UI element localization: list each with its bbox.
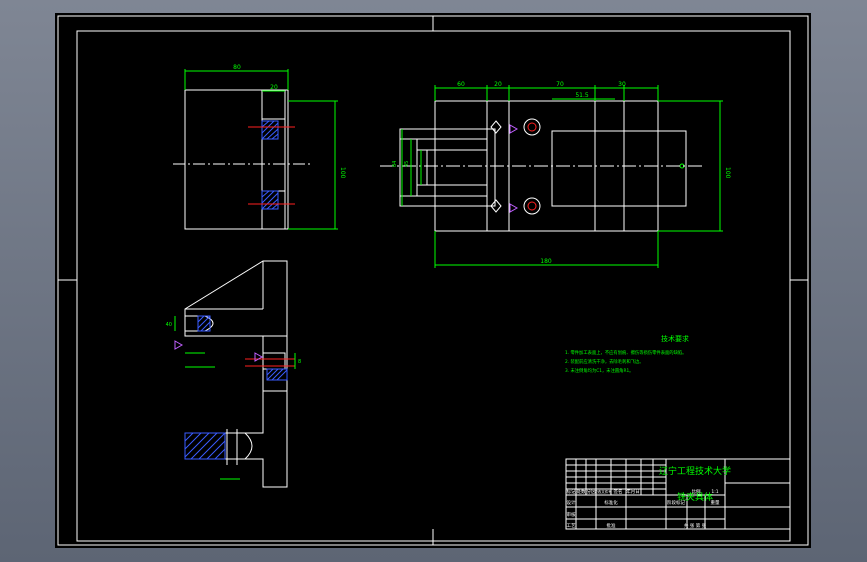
slot-outer: [399, 128, 496, 207]
hole-upper: [523, 118, 541, 136]
tb-cell-6: 设计: [567, 499, 576, 506]
dim-top-70: 70: [556, 81, 564, 88]
side-view-outline: [184, 260, 288, 488]
dim-total-180: 180: [540, 258, 552, 265]
tech-title: 技术要求: [661, 334, 689, 343]
side-view: 40 8: [166, 260, 301, 488]
tb-cell-8: 审核: [567, 511, 576, 518]
dim-top-20: 20: [494, 81, 502, 88]
cad-viewport[interactable]: 80 20 100 60 20 70 30 51.5 180 100 84 45…: [0, 0, 867, 562]
tb-cell-11: 阶段标记: [667, 499, 685, 506]
dim-top-30: 30: [618, 81, 626, 88]
dim-tri-b: 8: [298, 359, 301, 365]
right-pocket: [551, 130, 687, 207]
tb-cell-1: 处数: [577, 488, 586, 495]
tb-cell-5: 年月日: [626, 488, 640, 495]
dim-tri-a: 40: [166, 322, 172, 328]
tech-line-3: 3. 未注倒角均为C1，未注圆角R1。: [565, 367, 633, 374]
hole-lower: [523, 197, 541, 215]
dim-left-stack-b: 45: [404, 161, 410, 167]
tb-cell-13: 共 张 第 张: [684, 522, 707, 529]
scale-label: 比例: [692, 488, 701, 495]
outer-frame: [57, 15, 809, 546]
tb-cell-9: 工艺: [567, 523, 576, 529]
datum-symbol-lower: [509, 203, 519, 213]
tb-cell-12: 重量: [711, 499, 720, 506]
tb-cell-3: 更改文件号: [594, 489, 612, 494]
dim-top-515: 51.5: [575, 92, 589, 99]
datum-symbol-upper: [509, 124, 519, 134]
tb-cell-7: 标准化: [604, 499, 618, 506]
scale-value: 1:1: [711, 489, 718, 495]
tb-cell-0: 标记: [567, 488, 576, 495]
dim-left-stack-a: 84: [392, 161, 398, 167]
dim-left-width: 80: [233, 64, 241, 71]
institution-name: 辽宁工程技术大学: [659, 465, 731, 477]
right-view: 60 20 70 30 51.5 180 100 84 45: [380, 81, 731, 268]
dim-left-height: 100: [339, 167, 346, 179]
drawing-canvas: 80 20 100 60 20 70 30 51.5 180 100 84 45…: [57, 15, 809, 546]
left-view: 80 20 100: [173, 64, 346, 230]
inner-frame: [76, 30, 791, 542]
tech-line-1: 1. 零件加工表面上，不应有划痕、擦伤等损伤零件表面的缺陷。: [565, 349, 686, 356]
tb-cell-10: 批准: [607, 522, 616, 529]
drawing-sheet: 80 20 100 60 20 70 30 51.5 180 100 84 45…: [55, 13, 811, 548]
dim-left-inner: 20: [270, 84, 278, 91]
dim-right-height: 100: [724, 167, 731, 179]
tb-cell-4: 签名: [614, 488, 623, 495]
technical-requirements: 技术要求 1. 零件加工表面上，不应有划痕、擦伤等损伤零件表面的缺陷。 2. 装…: [565, 334, 689, 374]
tech-line-2: 2. 装配前应清洗干净，去除毛刺和飞边。: [565, 358, 644, 365]
dim-top-60: 60: [457, 81, 465, 88]
